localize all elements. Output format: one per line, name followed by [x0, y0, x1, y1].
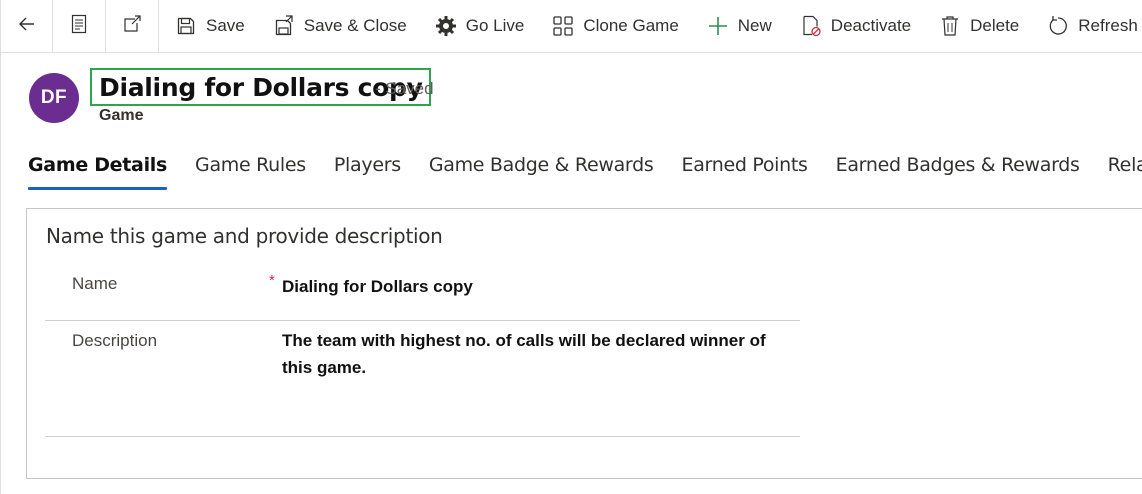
refresh-button[interactable]: Refresh [1033, 0, 1142, 53]
grid-icon [552, 15, 574, 37]
go-live-button[interactable]: Go Live [421, 0, 539, 53]
save-close-label: Save & Close [303, 16, 407, 35]
save-button[interactable]: Save [159, 0, 259, 53]
deactivate-button[interactable]: Deactivate [786, 0, 925, 53]
plus-icon [707, 15, 729, 37]
entity-type-label: Game [99, 107, 144, 124]
description-field-row: Description The team with highest no. of… [45, 321, 800, 437]
section-title: Name this game and provide description [46, 224, 443, 248]
save-status: - Saved [375, 79, 434, 98]
name-field-row: Name * Dialing for Dollars copy [45, 266, 800, 321]
new-button[interactable]: New [693, 0, 786, 53]
back-arrow-icon [17, 14, 37, 39]
description-field-label: Description [72, 331, 158, 350]
form-selector-button[interactable] [53, 0, 106, 53]
window-left-edge [0, 53, 1, 494]
deactivate-label: Deactivate [830, 16, 912, 35]
save-close-button[interactable]: Save & Close [259, 0, 421, 53]
tab-related[interactable]: Related [1108, 154, 1142, 190]
deactivate-icon [800, 15, 822, 37]
tab-earned-badges-rewards[interactable]: Earned Badges & Rewards [836, 154, 1080, 190]
clone-game-label: Clone Game [583, 16, 679, 35]
go-live-label: Go Live [465, 16, 525, 35]
tab-list: Game Details Game Rules Players Game Bad… [28, 154, 1142, 190]
description-field-input[interactable]: The team with highest no. of calls will … [282, 327, 792, 381]
save-label: Save [206, 16, 245, 35]
delete-label: Delete [970, 16, 1020, 35]
tab-game-badge-rewards[interactable]: Game Badge & Rewards [429, 154, 654, 190]
refresh-label: Refresh [1078, 16, 1138, 35]
form-icon [70, 14, 88, 39]
save-close-icon [273, 15, 295, 37]
refresh-icon [1047, 15, 1069, 37]
name-field-input[interactable]: Dialing for Dollars copy [282, 273, 792, 300]
save-icon [175, 15, 197, 37]
gear-icon [435, 15, 457, 37]
tab-game-details[interactable]: Game Details [28, 154, 167, 190]
new-label: New [737, 16, 772, 35]
form-section: Name this game and provide description N… [26, 208, 1142, 479]
tab-game-rules[interactable]: Game Rules [195, 154, 306, 190]
clone-game-button[interactable]: Clone Game [538, 0, 692, 53]
tab-players[interactable]: Players [334, 154, 401, 190]
delete-button[interactable]: Delete [925, 0, 1033, 53]
required-marker: * [269, 272, 275, 289]
trash-icon [939, 15, 961, 37]
tab-earned-points[interactable]: Earned Points [681, 154, 807, 190]
popout-icon [122, 14, 142, 39]
avatar: DF [29, 73, 79, 123]
open-new-window-button[interactable] [106, 0, 159, 53]
avatar-initials: DF [40, 87, 68, 108]
back-button[interactable] [0, 0, 53, 53]
name-field-label: Name [72, 274, 118, 293]
command-bar: Save Save & Close Go Live Clone Game New… [0, 0, 1142, 53]
